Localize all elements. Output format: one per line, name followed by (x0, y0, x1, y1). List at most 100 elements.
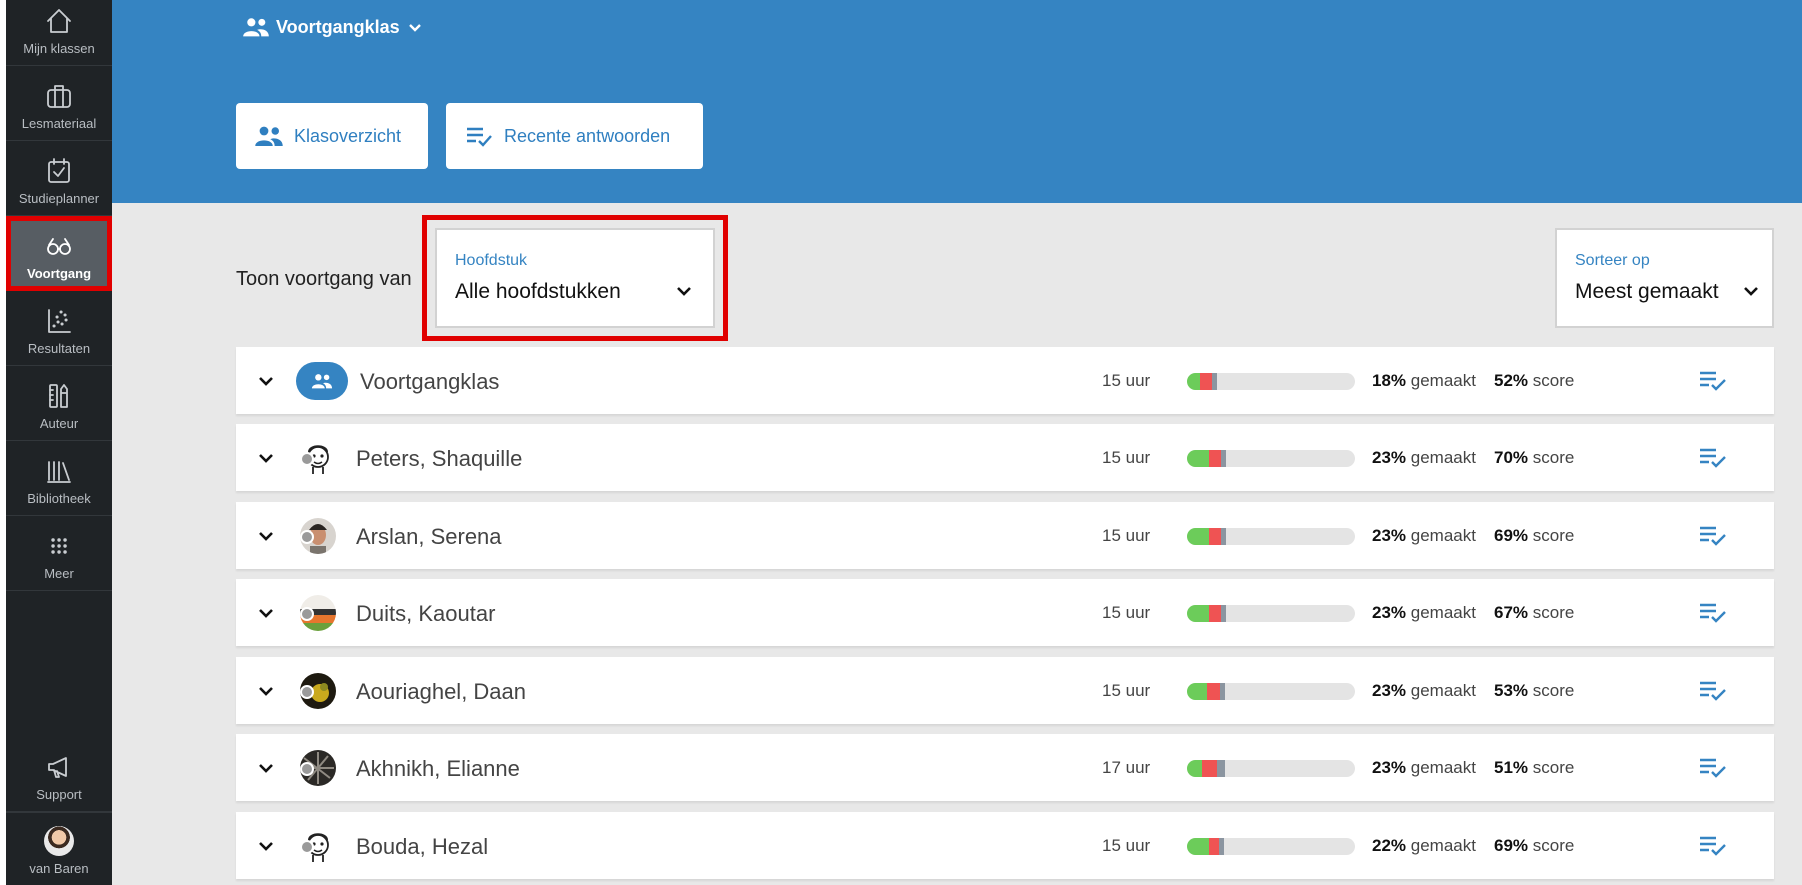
glasses-icon (47, 238, 71, 255)
list-check-icon[interactable] (1698, 598, 1728, 626)
score-label: score (1532, 758, 1575, 777)
row-name: Akhnikh, Elianne (356, 756, 520, 781)
made-pct: 23% (1372, 603, 1407, 622)
progress-correct (1187, 838, 1209, 855)
sidebar-item-bibliotheek[interactable]: Bibliotheek (6, 441, 112, 516)
student-row[interactable]: Akhnikh, Elianne 17 uur 23% gemaakt 51% sco… (236, 734, 1774, 801)
sidebar-item-label: Bibliotheek (27, 491, 91, 506)
recente-antwoorden-label: Recente antwoorden (504, 125, 671, 146)
sidebar-item-mijn-klassen[interactable]: Mijn klassen (6, 0, 112, 66)
progress-other (1220, 683, 1225, 700)
pencil-ruler-icon (49, 384, 68, 408)
score-label: score (1532, 836, 1575, 855)
sidebar-item-support[interactable]: Support (6, 737, 112, 812)
class-selector[interactable]: Voortgangklas (242, 16, 430, 38)
made-pct: 22% (1372, 836, 1407, 855)
progress-other (1221, 450, 1226, 467)
student-row[interactable]: Aouriaghel, Daan 15 uur 23% gemaakt 53% sco… (236, 657, 1774, 724)
progress-other (1221, 528, 1226, 545)
row-hours: 15 uur (1102, 603, 1151, 622)
progress-correct (1187, 373, 1200, 390)
made-stat: 23% gemaakt (1372, 603, 1476, 623)
progress-other (1221, 605, 1226, 622)
made-label: gemaakt (1410, 836, 1476, 855)
recente-antwoorden-button[interactable]: Recente antwoorden (446, 103, 703, 169)
chevron-down-icon[interactable] (256, 836, 276, 856)
chevron-down-icon[interactable] (256, 371, 276, 391)
megaphone-icon (48, 757, 67, 778)
chevron-down-icon[interactable] (256, 603, 276, 623)
sidebar-item-label: Auteur (39, 416, 79, 431)
score-pct: 69% (1494, 526, 1529, 545)
list-check-icon[interactable] (1698, 443, 1728, 471)
student-row[interactable]: Peters, Shaquille 15 uur 23% gemaakt 70% sc… (236, 424, 1774, 491)
sidebar-item-auteur[interactable]: Auteur (6, 366, 112, 441)
row-hours: 17 uur (1102, 758, 1151, 777)
chapter-caption: Hoofdstuk (455, 252, 528, 269)
klasoverzicht-button[interactable]: Klasoverzicht (236, 103, 428, 169)
progress-wrong (1207, 683, 1220, 700)
list-check-icon[interactable] (1698, 753, 1728, 781)
student-row[interactable]: Arslan, Serena 15 uur 23% gemaakt 69% score (236, 502, 1774, 569)
row-hours: 15 uur (1102, 371, 1151, 390)
chevron-down-icon[interactable] (256, 526, 276, 546)
score-pct: 67% (1494, 603, 1529, 622)
student-row[interactable]: Duits, Kaoutar 15 uur 23% gemaakt 67% score (236, 579, 1774, 646)
progress-bar (1187, 373, 1355, 390)
sort-select[interactable]: Sorteer op Meest gemaakt (1555, 228, 1774, 328)
briefcase-icon (47, 85, 71, 108)
score-stat: 69% score (1494, 526, 1574, 546)
row-name: Bouda, Hezal (356, 834, 489, 859)
chapter-select[interactable]: Hoofdstuk Alle hoofdstukken (435, 228, 715, 328)
avatar (44, 826, 74, 856)
made-label: gemaakt (1410, 526, 1476, 545)
people-icon (255, 126, 283, 146)
made-label: gemaakt (1410, 448, 1476, 467)
progress-other (1217, 760, 1225, 777)
chapter-value: Alle hoofdstukken (455, 280, 621, 303)
sort-value: Meest gemaakt (1575, 280, 1719, 303)
sidebar-item-resultaten[interactable]: Resultaten (6, 291, 112, 366)
home-icon (47, 9, 71, 33)
chevron-down-icon[interactable] (256, 758, 276, 778)
sidebar-item-meer[interactable]: Meer (6, 516, 112, 591)
score-stat: 67% score (1494, 603, 1574, 623)
sidebar-item-label: Mijn klassen (23, 41, 95, 56)
list-check-icon[interactable] (1698, 366, 1728, 394)
row-hours: 15 uur (1102, 526, 1151, 545)
sidebar-item-voortgang[interactable]: Voortgang (6, 216, 112, 291)
progress-wrong (1209, 450, 1221, 467)
sidebar-item-user[interactable]: van Baren (6, 812, 112, 885)
list-check-icon[interactable] (1698, 521, 1728, 549)
made-stat: 23% gemaakt (1372, 448, 1476, 468)
sidebar-item-lesmateriaal[interactable]: Lesmateriaal (6, 66, 112, 141)
progress-wrong (1209, 528, 1221, 545)
chevron-down-icon[interactable] (256, 448, 276, 468)
progress-correct (1187, 450, 1209, 467)
row-hours: 15 uur (1102, 836, 1151, 855)
sidebar-item-studieplanner[interactable]: Studieplanner (6, 141, 112, 216)
progress-bar (1187, 683, 1355, 700)
made-pct: 23% (1372, 681, 1407, 700)
made-stat: 23% gemaakt (1372, 526, 1476, 546)
grid-icon (51, 538, 67, 554)
made-label: gemaakt (1410, 758, 1476, 777)
student-row[interactable]: Bouda, Hezal 15 uur 22% gemaakt 69% score (236, 812, 1774, 879)
list-check-icon[interactable] (1698, 831, 1728, 859)
score-stat: 52% score (1494, 371, 1574, 391)
row-hours: 15 uur (1102, 448, 1151, 467)
score-stat: 51% score (1494, 758, 1574, 778)
list-check-icon[interactable] (1698, 676, 1728, 704)
chevron-down-icon[interactable] (256, 681, 276, 701)
made-label: gemaakt (1410, 603, 1476, 622)
class-name: Voortgangklas (276, 16, 400, 37)
progress-bar (1187, 760, 1355, 777)
class-row[interactable]: Voortgangklas 15 uur 18% gemaakt 52% score (236, 347, 1774, 414)
score-label: score (1532, 603, 1575, 622)
score-stat: 53% score (1494, 681, 1574, 701)
score-stat: 69% score (1494, 836, 1574, 856)
row-name: Peters, Shaquille (356, 446, 523, 471)
sidebar-item-label: Support (36, 787, 82, 802)
list-check-icon (467, 127, 492, 147)
sidebar-item-label: Resultaten (27, 341, 91, 356)
